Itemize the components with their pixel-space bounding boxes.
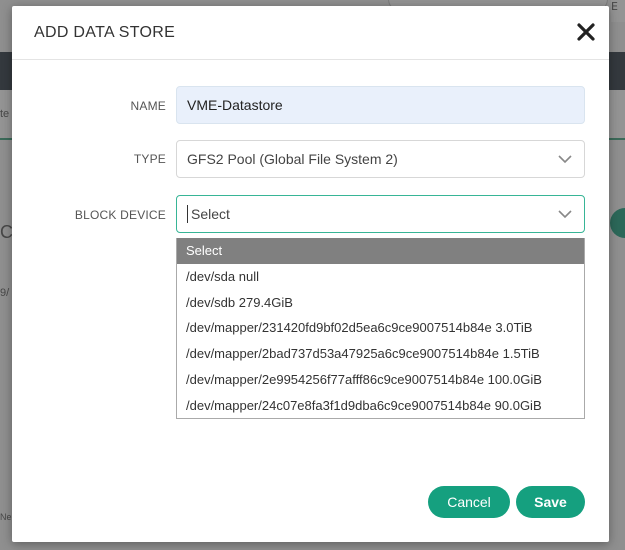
dropdown-option[interactable]: Select	[177, 238, 584, 264]
close-x-icon	[577, 23, 595, 41]
type-select-value: GFS2 Pool (Global File System 2)	[187, 151, 398, 167]
close-button[interactable]	[572, 18, 600, 46]
block-device-dropdown: Select /dev/sda null /dev/sdb 279.4GiB /…	[176, 238, 585, 419]
block-device-select[interactable]: Select	[176, 195, 585, 233]
type-label: TYPE	[133, 152, 166, 166]
block-device-select-value: Select	[191, 206, 230, 222]
dropdown-option[interactable]: /dev/sda null	[177, 264, 584, 290]
modal-title: ADD DATA STORE	[34, 24, 176, 41]
name-input[interactable]: VME-Datastore	[176, 86, 585, 124]
chevron-down-icon	[558, 210, 572, 219]
block-device-label: BLOCK DEVICE	[74, 208, 166, 222]
save-button[interactable]: Save	[516, 486, 585, 518]
dropdown-option[interactable]: /dev/mapper/24c07e8fa3f1d9dba6c9ce900751…	[177, 393, 584, 419]
dropdown-option[interactable]: /dev/mapper/2e9954256f77afff86c9ce900751…	[177, 367, 584, 393]
dropdown-option[interactable]: /dev/mapper/231420fd9bf02d5ea6c9ce900751…	[177, 315, 584, 341]
chevron-down-icon	[558, 155, 572, 164]
cancel-button[interactable]: Cancel	[428, 486, 510, 518]
modal-header: ADD DATA STORE	[12, 6, 609, 60]
dropdown-option[interactable]: /dev/mapper/2bad737d53a47925a6c9ce900751…	[177, 341, 584, 367]
dropdown-option[interactable]: /dev/sdb 279.4GiB	[177, 290, 584, 316]
text-caret	[187, 204, 188, 223]
add-data-store-modal: ADD DATA STORE NAME VME-Datastore TYPE G…	[12, 6, 609, 542]
type-select[interactable]: GFS2 Pool (Global File System 2)	[176, 140, 585, 178]
name-label: NAME	[130, 99, 166, 113]
